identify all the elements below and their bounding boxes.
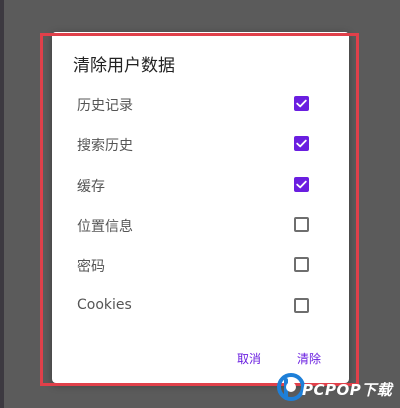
search-history-checkbox[interactable]: [294, 136, 309, 151]
checkmark-icon: [296, 139, 307, 148]
checkmark-icon: [296, 180, 307, 189]
option-cache[interactable]: 缓存: [52, 165, 349, 205]
option-label: 历史记录: [77, 98, 133, 114]
option-passwords[interactable]: 密码: [52, 245, 349, 285]
option-label: Cookies: [77, 297, 132, 313]
location-checkbox[interactable]: [294, 217, 309, 232]
option-location[interactable]: 位置信息: [52, 205, 349, 245]
option-label: 搜索历史: [77, 138, 133, 154]
history-checkbox[interactable]: [294, 96, 309, 111]
checkmark-icon: [296, 99, 307, 108]
watermark-text: PCPOP下载: [302, 381, 393, 399]
option-cookies[interactable]: Cookies: [52, 286, 349, 326]
option-label: 缓存: [77, 179, 105, 195]
dialog-title: 清除用户数据: [73, 56, 175, 76]
option-label: 位置信息: [77, 219, 133, 235]
cookies-checkbox[interactable]: [294, 298, 309, 313]
clear-button[interactable]: 清除: [297, 350, 321, 367]
clear-user-data-dialog: 清除用户数据 历史记录 搜索历史 缓存 位置信息 密码 Cookies 取消 清…: [52, 32, 349, 383]
background-edge: [0, 0, 4, 408]
option-history[interactable]: 历史记录: [52, 84, 349, 124]
option-label: 密码: [77, 259, 105, 275]
watermark: PCPOP下载: [276, 370, 400, 408]
cancel-button[interactable]: 取消: [237, 350, 261, 367]
option-search-history[interactable]: 搜索历史: [52, 124, 349, 164]
passwords-checkbox[interactable]: [294, 257, 309, 272]
cache-checkbox[interactable]: [294, 177, 309, 192]
